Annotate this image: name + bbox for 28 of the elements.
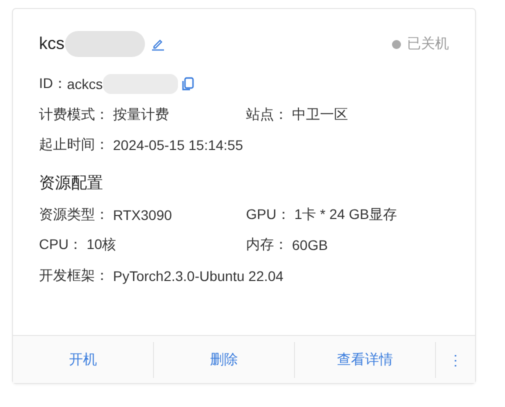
- field-label: GPU：: [246, 206, 290, 224]
- field-value: ackcs: [67, 76, 103, 92]
- action-button[interactable]: 开机: [13, 342, 154, 378]
- section-title: 资源配置: [39, 174, 104, 194]
- copy-icon[interactable]: [182, 77, 194, 92]
- field-value: RTX3090: [113, 206, 172, 223]
- field-label: 起止时间：: [39, 136, 109, 154]
- field-label: CPU：: [39, 236, 83, 254]
- field-label: 计费模式：: [39, 106, 109, 124]
- field-label: 站点：: [246, 106, 288, 124]
- status-label: 已关机: [407, 35, 449, 53]
- instance-name: kcs: [39, 34, 64, 54]
- field-label: ID：: [39, 75, 67, 94]
- field-label: 内存：: [246, 236, 288, 254]
- more-button[interactable]: ⋮: [436, 342, 475, 378]
- field-value: 2024-05-15 15:14:55: [113, 137, 243, 154]
- field-label: 开发框架：: [39, 266, 109, 285]
- field-value: 1卡 * 24 GB显存: [294, 206, 398, 224]
- field-value: 按量计费: [113, 106, 169, 124]
- action-button[interactable]: 删除: [154, 342, 295, 378]
- status-dot-icon: [392, 40, 401, 48]
- edit-icon[interactable]: [150, 37, 164, 51]
- action-button[interactable]: 查看详情: [295, 342, 436, 378]
- field-value: 中卫一区: [292, 106, 348, 124]
- field-value: 60GB: [292, 237, 328, 254]
- field-value: PyTorch2.3.0-Ubuntu 22.04: [113, 268, 284, 284]
- field-label: 资源类型：: [39, 206, 109, 224]
- field-value: 10核: [86, 236, 116, 254]
